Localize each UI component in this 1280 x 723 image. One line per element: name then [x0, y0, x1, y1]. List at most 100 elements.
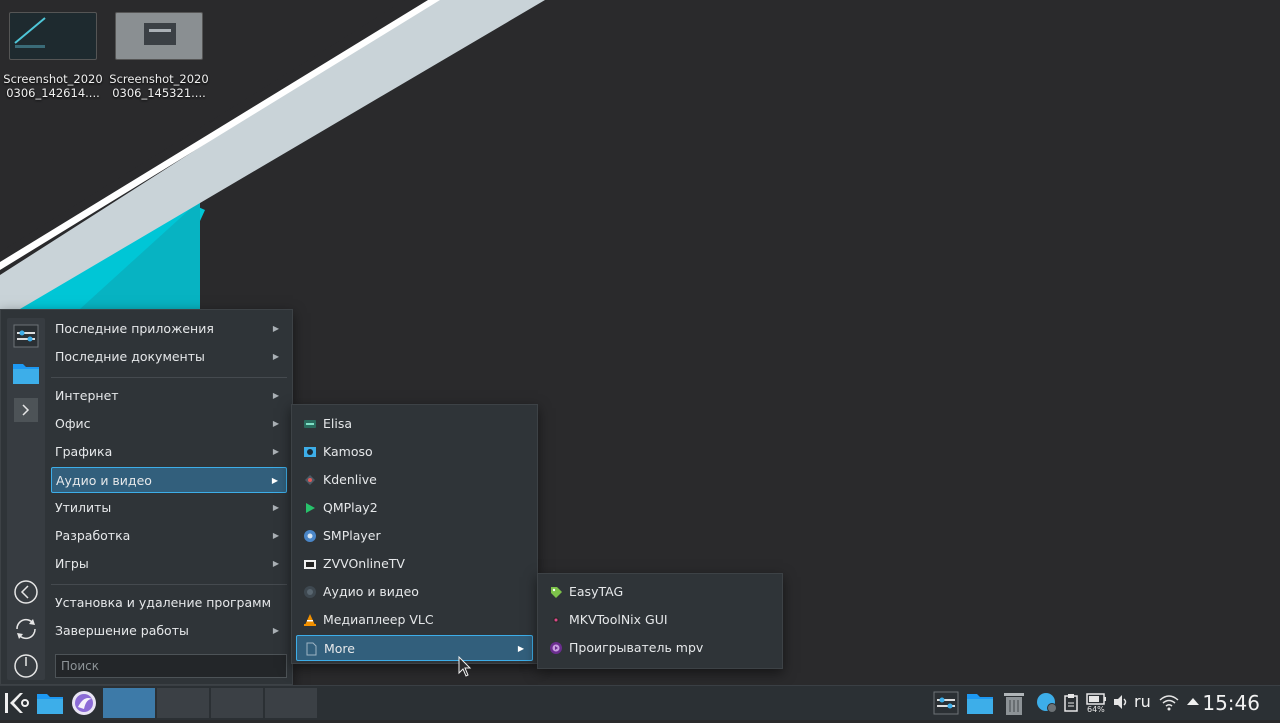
- app-mkvtoolnix[interactable]: MKVToolNix GUI: [542, 607, 779, 633]
- menu-item-recent-documents[interactable]: Последние документы ▶: [51, 344, 287, 370]
- menu-item-label: Аудио и видео: [56, 473, 152, 488]
- menu-item-games[interactable]: Игры ▶: [51, 551, 287, 577]
- app-smplayer[interactable]: SMPlayer: [296, 523, 533, 549]
- folder-icon[interactable]: [966, 689, 994, 717]
- menu-item-internet[interactable]: Интернет ▶: [51, 383, 287, 409]
- application-launcher-menu: Последние приложения ▶ Последние документ…: [0, 309, 293, 685]
- settings-icon[interactable]: [12, 322, 40, 350]
- mouse-cursor-icon: [458, 656, 472, 677]
- chevron-right-icon: ▶: [271, 476, 278, 485]
- elisa-icon: [304, 420, 316, 428]
- search-input[interactable]: [55, 654, 287, 678]
- app-zvvonlinetv[interactable]: ZVVOnlineTV: [296, 551, 533, 577]
- app-label: Медиаплеер VLC: [323, 612, 434, 627]
- app-label: More: [324, 641, 355, 656]
- app-label: QMPlay2: [323, 500, 378, 515]
- network-wifi-icon[interactable]: [1158, 692, 1180, 720]
- app-label: SMPlayer: [323, 528, 381, 543]
- tv-icon: [304, 560, 316, 569]
- app-easytag[interactable]: EasyTAG: [542, 579, 779, 605]
- clipboard-icon[interactable]: [1062, 693, 1080, 721]
- menu-item-development[interactable]: Разработка ▶: [51, 523, 287, 549]
- chevron-right-icon: ▶: [272, 503, 279, 512]
- app-label: Kdenlive: [323, 472, 377, 487]
- menu-item-install-remove[interactable]: Установка и удаление программ: [51, 590, 287, 616]
- app-label: MKVToolNix GUI: [569, 612, 668, 627]
- kde-launcher-icon[interactable]: [3, 689, 31, 717]
- menu-separator: [51, 377, 287, 378]
- trash-icon[interactable]: [1000, 689, 1028, 717]
- app-kdenlive[interactable]: Kdenlive: [296, 467, 533, 493]
- more-submenu: EasyTAG MKVToolNix GUI Проигрыватель mpv: [537, 573, 783, 669]
- volume-icon[interactable]: [1112, 693, 1130, 721]
- updates-icon[interactable]: [1036, 692, 1058, 720]
- kamoso-icon: [304, 447, 316, 457]
- chevron-right-icon: ▶: [272, 324, 279, 333]
- menu-item-label: Игры: [55, 556, 89, 571]
- folder-icon[interactable]: [12, 359, 40, 387]
- menu-item-utilities[interactable]: Утилиты ▶: [51, 495, 287, 521]
- chevron-right-icon: ▶: [272, 352, 279, 361]
- kdenlive-icon: [305, 475, 315, 485]
- chevron-right-icon: ▶: [272, 419, 279, 428]
- menu-item-audio-video[interactable]: Аудио и видео ▶: [51, 467, 287, 493]
- terminal-icon[interactable]: [12, 396, 40, 424]
- back-icon[interactable]: [12, 578, 40, 606]
- menu-item-label: Разработка: [55, 528, 131, 543]
- app-audio-video[interactable]: Аудио и видео: [296, 579, 533, 605]
- app-label: Проигрыватель mpv: [569, 640, 704, 655]
- menu-item-label: Интернет: [55, 388, 119, 403]
- settings-icon[interactable]: [932, 689, 960, 717]
- mpv-icon: [550, 642, 562, 654]
- menu-item-label: Завершение работы: [55, 623, 189, 638]
- mkvtoolnix-icon: [553, 617, 559, 623]
- document-icon: [306, 642, 317, 656]
- app-label: Аудио и видео: [323, 584, 419, 599]
- chevron-right-icon: ▶: [272, 626, 279, 635]
- desktop-file-screenshot-1[interactable]: Screenshot_2020 0306_142614....: [3, 12, 103, 100]
- app-qmplay2[interactable]: QMPlay2: [296, 495, 533, 521]
- menu-item-recent-apps[interactable]: Последние приложения ▶: [51, 316, 287, 342]
- menu-item-label: Последние документы: [55, 349, 205, 364]
- file-manager-icon[interactable]: [36, 689, 64, 717]
- app-label: ZVVOnlineTV: [323, 556, 405, 571]
- menu-item-graphics[interactable]: Графика ▶: [51, 439, 287, 465]
- power-icon[interactable]: [12, 652, 40, 680]
- desktop-file-label: Screenshot_2020 0306_142614....: [3, 72, 103, 100]
- chevron-right-icon: ▶: [272, 447, 279, 456]
- audio-video-icon: [304, 586, 316, 598]
- vlc-icon: [304, 614, 316, 626]
- submenu-more[interactable]: More ▶: [296, 635, 533, 661]
- task-slot-2[interactable]: [157, 688, 209, 718]
- chevron-right-icon: ▶: [272, 531, 279, 540]
- qmplay2-icon: [306, 503, 315, 513]
- menu-item-label: Офис: [55, 416, 91, 431]
- digital-clock[interactable]: 15:46: [1202, 688, 1260, 718]
- desktop-file-label: Screenshot_2020 0306_145321....: [109, 72, 209, 100]
- menu-separator: [51, 584, 287, 585]
- app-vlc[interactable]: Медиаплеер VLC: [296, 607, 533, 633]
- menu-item-office[interactable]: Офис ▶: [51, 411, 287, 437]
- task-slot-1[interactable]: [103, 688, 155, 718]
- app-mpv[interactable]: Проигрыватель mpv: [542, 635, 779, 661]
- audio-video-submenu: Elisa Kamoso Kdenlive QMPlay2 SMPlayer Z…: [291, 404, 538, 664]
- easytag-icon: [551, 587, 562, 598]
- chevron-right-icon: ▶: [517, 644, 524, 653]
- battery-percentage: 64%: [1087, 705, 1105, 714]
- desktop-file-screenshot-2[interactable]: Screenshot_2020 0306_145321....: [109, 12, 209, 100]
- task-slot-4[interactable]: [265, 688, 317, 718]
- app-elisa[interactable]: Elisa: [296, 411, 533, 437]
- keyboard-layout-indicator[interactable]: ru: [1134, 692, 1151, 711]
- menu-item-label: Последние приложения: [55, 321, 214, 336]
- task-slot-3[interactable]: [211, 688, 263, 718]
- favorites-column: [7, 318, 45, 680]
- app-kamoso[interactable]: Kamoso: [296, 439, 533, 465]
- menu-item-shutdown[interactable]: Завершение работы ▶: [51, 618, 287, 644]
- browser-icon[interactable]: [70, 689, 98, 717]
- app-label: Kamoso: [323, 444, 373, 459]
- image-thumbnail-icon: [115, 12, 203, 60]
- menu-item-label: Утилиты: [55, 500, 112, 515]
- switch-user-icon[interactable]: [12, 615, 40, 643]
- image-thumbnail-icon: [9, 12, 97, 60]
- menu-item-label: Установка и удаление программ: [55, 595, 272, 610]
